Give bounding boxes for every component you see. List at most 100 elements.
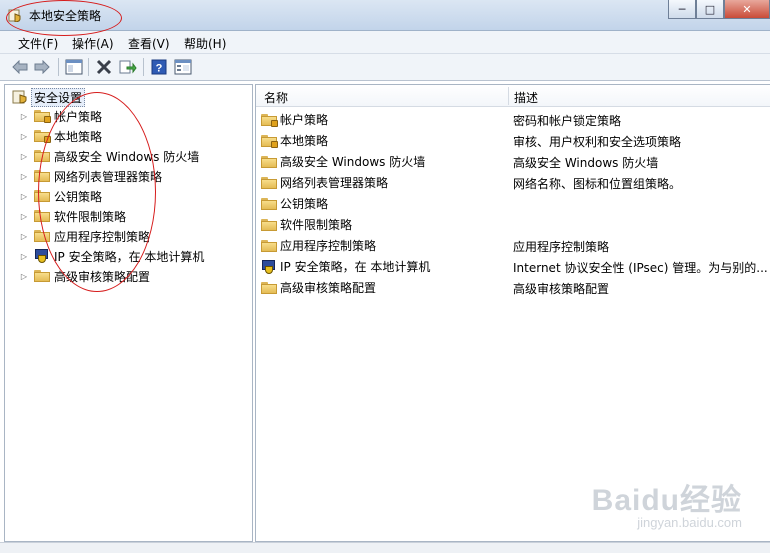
list-row[interactable]: 帐户策略 密码和帐户锁定策略 [256, 109, 770, 129]
menu-bar: 文件(F) 操作(A) 查看(V) 帮助(H) [0, 31, 770, 54]
export-list-icon[interactable] [118, 57, 138, 77]
tree-item[interactable]: ▷ 高级安全 Windows 防火墙 [19, 147, 199, 165]
tree-item[interactable]: ▷ 网络列表管理器策略 [19, 167, 162, 185]
window-title: 本地安全策略 [29, 9, 102, 23]
list-row-name-text: 软件限制策略 [280, 218, 353, 232]
ip-security-icon [34, 249, 50, 263]
tree-item[interactable]: ▷ 高级审核策略配置 [19, 267, 150, 285]
security-settings-icon [12, 88, 28, 107]
list-row-name-text: 高级审核策略配置 [280, 281, 377, 295]
folder-lock-icon [261, 113, 278, 127]
baidu-watermark: Baidu经验 jingyan.baidu.com [592, 475, 742, 530]
tree-item-label: 高级审核策略配置 [54, 269, 151, 284]
list-row-name-text: 应用程序控制策略 [280, 239, 377, 253]
list-row[interactable]: 网络列表管理器策略 网络名称、图标和位置组策略。 [256, 172, 770, 192]
tree-item[interactable]: ▷ 帐户策略 [19, 107, 102, 125]
toolbar-separator [88, 58, 89, 76]
folder-icon [34, 150, 50, 162]
list-row-name-text: 帐户策略 [280, 113, 329, 127]
list-row[interactable]: 软件限制策略 [256, 214, 770, 234]
tree-item[interactable]: ▷ 应用程序控制策略 [19, 227, 150, 245]
tree-item-label: 应用程序控制策略 [54, 229, 151, 244]
close-button[interactable]: ✕ [724, 0, 770, 19]
menu-help[interactable]: 帮助(H) [184, 35, 226, 52]
tree-item-label: 软件限制策略 [54, 209, 127, 224]
folder-icon [261, 218, 277, 231]
list-row-description: 网络名称、图标和位置组策略。 [513, 177, 682, 191]
tree-item[interactable]: ▷ 公钥策略 [19, 187, 102, 205]
delete-x-icon[interactable] [94, 57, 114, 77]
list-row-name: 帐户策略 [261, 111, 328, 128]
ip-security-icon [261, 259, 277, 274]
tree-item-label: 帐户策略 [54, 109, 103, 124]
help-icon[interactable]: ? [149, 57, 169, 77]
tree-item-label: 高级安全 Windows 防火墙 [54, 149, 200, 164]
expand-arrow-icon[interactable]: ▷ [19, 231, 29, 241]
folder-icon [34, 210, 50, 222]
folder-icon [34, 190, 50, 202]
list-row-name-text: 公钥策略 [280, 197, 329, 211]
forward-arrow-icon[interactable] [32, 57, 52, 77]
expand-arrow-icon[interactable]: ▷ [19, 171, 29, 181]
tree-item-label: 公钥策略 [54, 189, 103, 204]
column-header-description[interactable]: 描述 [514, 89, 538, 106]
menu-action[interactable]: 操作(A) [72, 35, 114, 52]
list-row-name: 高级审核策略配置 [261, 279, 376, 296]
tree-item[interactable]: ▷ 软件限制策略 [19, 207, 126, 225]
list-row-description: 高级安全 Windows 防火墙 [513, 156, 659, 170]
menu-view[interactable]: 查看(V) [128, 35, 170, 52]
list-row[interactable]: 高级审核策略配置 高级审核策略配置 [256, 277, 770, 297]
menu-file[interactable]: 文件(F) [18, 35, 58, 52]
folder-icon [34, 270, 50, 282]
folder-lock-icon [34, 130, 51, 143]
folder-icon [261, 281, 277, 294]
expand-arrow-icon[interactable]: ▷ [19, 111, 29, 121]
list-row[interactable]: 本地策略 审核、用户权利和安全选项策略 [256, 130, 770, 150]
list-header: 名称 描述 [256, 85, 770, 107]
expand-arrow-icon[interactable]: ▷ [19, 251, 29, 261]
list-row-name: 软件限制策略 [261, 216, 352, 233]
list-row[interactable]: 高级安全 Windows 防火墙 高级安全 Windows 防火墙 [256, 151, 770, 171]
properties-icon[interactable] [173, 57, 193, 77]
list-row-name-text: 本地策略 [280, 134, 329, 148]
toolbar: ? [0, 54, 770, 81]
folder-lock-icon [34, 110, 51, 123]
expand-arrow-icon[interactable]: ▷ [19, 191, 29, 201]
list-row-name-text: IP 安全策略，在 本地计算机 [280, 260, 431, 274]
list-row-description: 审核、用户权利和安全选项策略 [513, 135, 682, 149]
tree-item[interactable]: ▷ IP 安全策略，在 本地计算机 [19, 247, 204, 265]
tree-root-security-settings[interactable]: 安全设置 [12, 87, 86, 107]
tree-item[interactable]: ▷ 本地策略 [19, 127, 102, 145]
maximize-button[interactable]: □ [696, 0, 724, 19]
expand-arrow-icon[interactable]: ▷ [19, 271, 29, 281]
watermark-brand: Baidu经验 [591, 484, 742, 517]
tree-item-label: 本地策略 [54, 129, 103, 144]
list-row-description: Internet 协议安全性 (IPsec) 管理。为与别的... [513, 261, 768, 275]
list-row-name: 网络列表管理器策略 [261, 174, 388, 191]
list-row-name: 本地策略 [261, 132, 328, 149]
list-row-description: 密码和帐户锁定策略 [513, 114, 622, 128]
list-row[interactable]: 应用程序控制策略 应用程序控制策略 [256, 235, 770, 255]
column-header-name[interactable]: 名称 [264, 89, 288, 106]
column-divider[interactable] [508, 87, 509, 105]
tree-root-label: 安全设置 [31, 87, 86, 107]
list-row-name: 公钥策略 [261, 195, 328, 212]
folder-icon [261, 239, 277, 252]
details-list-pane: 名称 描述 帐户策略 密码和帐户锁定策略 本地策略 审核、用户权利和安全选项策略 高级安… [255, 84, 770, 542]
list-row-name-text: 网络列表管理器策略 [280, 176, 389, 190]
expand-arrow-icon[interactable]: ▷ [19, 151, 29, 161]
status-bar [0, 542, 770, 553]
console-tree-pane: 安全设置 ▷ 帐户策略 ▷ 本地策略 ▷ 高级安全 Windows 防火墙 ▷ 网络列表管理器… [4, 84, 253, 542]
expand-arrow-icon[interactable]: ▷ [19, 211, 29, 221]
folder-lock-icon [261, 134, 278, 148]
expand-arrow-icon[interactable]: ▷ [19, 131, 29, 141]
title-bar: 本地安全策略 ─ □ ✕ [0, 0, 770, 31]
list-row-name: 应用程序控制策略 [261, 237, 376, 254]
list-row[interactable]: 公钥策略 [256, 193, 770, 213]
minimize-button[interactable]: ─ [668, 0, 696, 19]
show-hide-console-tree-icon[interactable] [64, 57, 84, 77]
list-row-description: 应用程序控制策略 [513, 240, 610, 254]
back-arrow-icon[interactable] [10, 57, 30, 77]
toolbar-separator [143, 58, 144, 76]
list-row[interactable]: IP 安全策略，在 本地计算机 Internet 协议安全性 (IPsec) 管理… [256, 256, 770, 276]
